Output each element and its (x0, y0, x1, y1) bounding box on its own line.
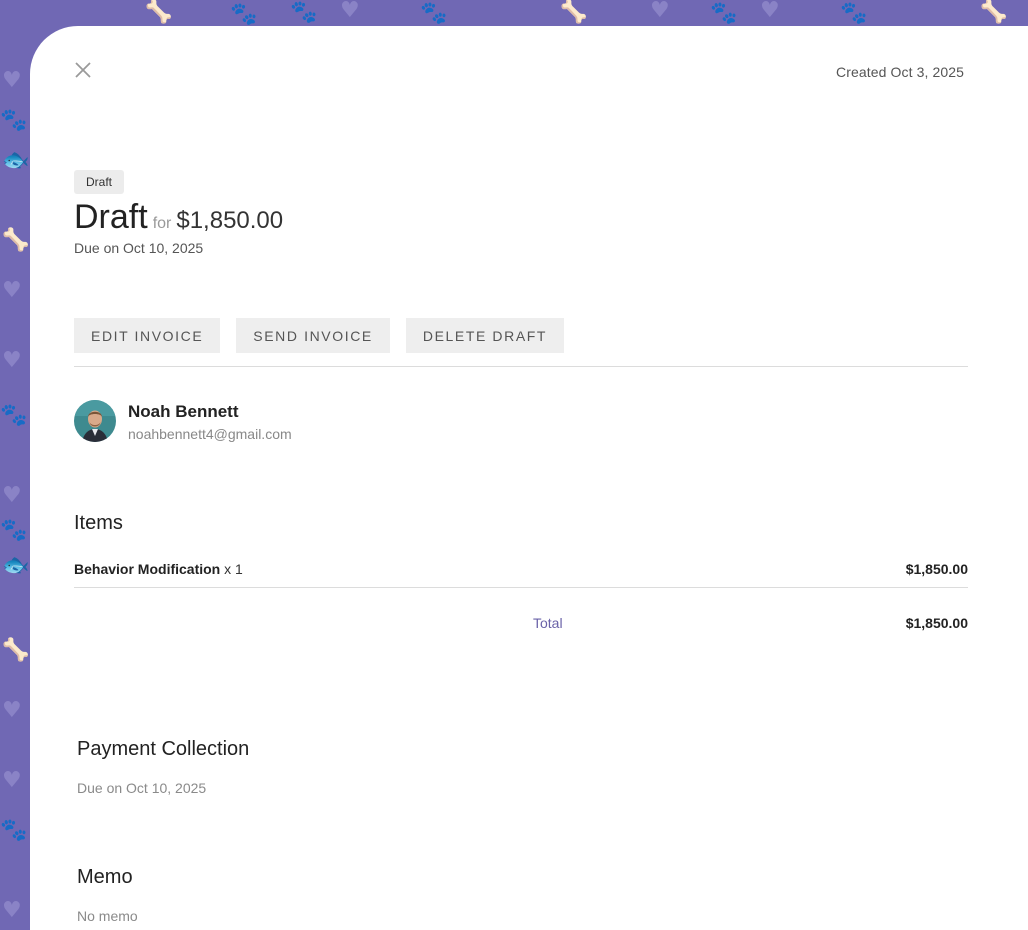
list-item: Behavior Modification x 1 $1,850.00 (74, 561, 968, 577)
heart-icon: ♥ (340, 0, 360, 23)
heart-icon: ♥ (2, 483, 22, 508)
paw-icon: 🐾 (0, 818, 28, 843)
paw-icon: 🐾 (0, 108, 28, 133)
delete-draft-button[interactable]: DELETE DRAFT (405, 318, 565, 353)
customer-avatar-image (74, 400, 116, 442)
memo-text: No memo (77, 908, 138, 924)
created-date: Created Oct 3, 2025 (836, 64, 964, 80)
payment-collection-heading: Payment Collection (77, 738, 250, 760)
send-invoice-button[interactable]: SEND INVOICE (236, 318, 390, 353)
fish-icon: 🐟 (2, 553, 30, 578)
items-heading: Items (74, 512, 123, 534)
for-label: for (152, 215, 172, 232)
status-badge: Draft (74, 170, 125, 194)
paw-icon: 🐾 (290, 0, 318, 25)
items-divider (74, 587, 968, 588)
item-quantity: x 1 (224, 561, 243, 577)
bone-icon: 🦴 (2, 638, 30, 663)
bone-icon: 🦴 (560, 0, 588, 25)
invoice-status: Draft (74, 198, 148, 236)
fish-icon: 🐟 (2, 148, 30, 173)
bone-icon: 🦴 (2, 228, 30, 253)
customer-email: noahbennett4@gmail.com (128, 426, 292, 442)
paw-icon: 🐾 (0, 518, 28, 543)
memo-heading: Memo (77, 866, 133, 888)
heart-icon: ♥ (2, 348, 22, 373)
paw-icon: 🐾 (420, 1, 448, 26)
customer-name: Noah Bennett (128, 402, 239, 421)
paw-icon: 🐾 (230, 2, 258, 27)
actions-divider (74, 366, 968, 367)
payment-due-date: Due on Oct 10, 2025 (77, 780, 207, 796)
bone-icon: 🦴 (145, 0, 173, 25)
heart-icon: ♥ (2, 68, 22, 93)
invoice-due-date: Due on Oct 10, 2025 (74, 240, 204, 256)
item-name: Behavior Modification (74, 561, 221, 577)
invoice-title: Draft for $1,850.00 (74, 198, 283, 237)
avatar[interactable] (74, 400, 116, 442)
close-icon (75, 62, 91, 78)
paw-icon: 🐾 (710, 1, 738, 26)
item-amount: $1,850.00 (905, 561, 968, 577)
invoice-amount: $1,850.00 (176, 207, 284, 234)
heart-icon: ♥ (2, 768, 22, 793)
item-description: Behavior Modification x 1 (74, 561, 243, 577)
paw-icon: 🐾 (840, 1, 868, 26)
invoice-actions: EDIT INVOICE SEND INVOICE DELETE DRAFT (74, 318, 565, 353)
heart-icon: ♥ (760, 0, 780, 23)
total-label: Total (533, 615, 563, 631)
heart-icon: ♥ (2, 898, 22, 923)
close-button[interactable] (72, 59, 94, 81)
invoice-panel: Created Oct 3, 2025 Draft Draft for $1,8… (30, 26, 1028, 930)
heart-icon: ♥ (2, 278, 22, 303)
total-amount: $1,850.00 (905, 615, 968, 631)
edit-invoice-button[interactable]: EDIT INVOICE (74, 318, 221, 353)
heart-icon: ♥ (650, 0, 670, 23)
paw-icon: 🐾 (0, 403, 28, 428)
heart-icon: ♥ (2, 698, 22, 723)
bone-icon: 🦴 (980, 0, 1008, 25)
